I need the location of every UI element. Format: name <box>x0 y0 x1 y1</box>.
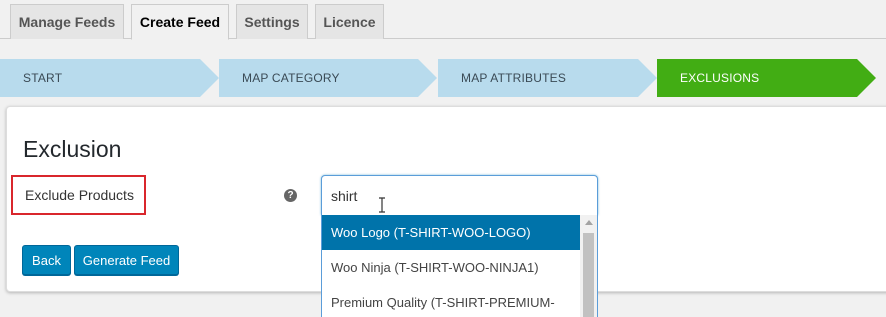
scrollbar[interactable] <box>580 215 597 317</box>
tab-settings[interactable]: Settings <box>236 4 308 39</box>
results-dropdown: Woo Logo (T-SHIRT-WOO-LOGO) Woo Ninja (T… <box>321 215 598 317</box>
step-exclusions: EXCLUSIONS <box>657 59 876 97</box>
step-start: START <box>0 59 219 97</box>
question-mark-icon[interactable]: ? <box>284 189 297 202</box>
text-cursor-icon <box>379 197 385 213</box>
step-map-category: MAP CATEGORY <box>219 59 437 97</box>
scroll-up-icon[interactable] <box>585 220 593 225</box>
generate-feed-button[interactable]: Generate Feed <box>74 245 179 275</box>
step-progress: START MAP CATEGORY MAP ATTRIBUTES EXCLUS… <box>0 59 886 97</box>
tab-manage-feeds[interactable]: Manage Feeds <box>10 4 124 39</box>
result-option[interactable]: Woo Ninja (T-SHIRT-WOO-NINJA1) <box>322 250 581 285</box>
tab-create-feed[interactable]: Create Feed <box>131 4 229 40</box>
nav-tabs: Manage Feeds Create Feed Settings Licenc… <box>0 0 886 40</box>
scroll-thumb[interactable] <box>583 233 594 317</box>
result-option[interactable]: Premium Quality (T-SHIRT-PREMIUM- <box>322 285 581 317</box>
page-title: Exclusion <box>23 136 122 162</box>
tab-licence[interactable]: Licence <box>315 4 384 39</box>
result-option[interactable]: Woo Logo (T-SHIRT-WOO-LOGO) <box>322 215 581 250</box>
search-input[interactable] <box>331 186 571 206</box>
exclude-products-label: Exclude Products <box>11 175 146 215</box>
step-map-attributes: MAP ATTRIBUTES <box>438 59 657 97</box>
back-button[interactable]: Back <box>22 245 71 275</box>
